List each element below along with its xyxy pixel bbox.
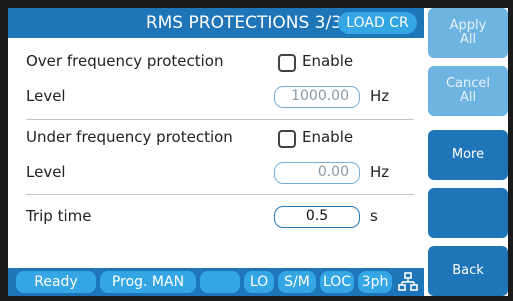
header-bar: RMS PROTECTIONS 3/3 LOAD CR [8,8,424,38]
status-bar: Ready Prog. MAN LO S/M LOC 3ph [8,268,424,296]
apply-all-button[interactable]: Apply All [428,8,508,58]
more-button[interactable]: More [428,130,508,180]
status-sm-badge: S/M [278,271,316,293]
under-frequency-unit: Hz [370,163,390,181]
section-divider [26,194,414,195]
apply-all-label: Apply All [449,18,487,47]
over-frequency-unit: Hz [370,87,390,105]
status-lo-badge: LO [244,271,274,293]
status-program-badge: Prog. MAN [100,271,196,293]
trip-time-label: Trip time [26,207,92,225]
over-frequency-enable-label: Enable [302,52,354,70]
trip-time-unit: s [370,207,378,225]
back-label: Back [452,263,484,278]
mode-badge: LOAD CR [338,12,417,34]
status-empty-badge [200,271,240,293]
network-icon [398,272,418,291]
cancel-all-label: Cancel All [445,76,491,105]
under-frequency-level-label: Level [26,163,66,181]
over-frequency-level-label: Level [26,87,66,105]
over-frequency-level-field[interactable]: 1000.00 [274,86,360,108]
protection-form: Over frequency protection Enable Level 1… [8,38,424,266]
status-phase-badge: 3ph [358,271,392,293]
over-frequency-enable-checkbox[interactable] [278,54,296,72]
status-loc-badge: LOC [320,271,354,293]
section-divider [26,119,414,120]
trip-time-field[interactable]: 0.5 [274,206,360,228]
under-frequency-level-field[interactable]: 0.00 [274,162,360,184]
cancel-all-button[interactable]: Cancel All [428,66,508,116]
softkey-sidebar: Apply All Cancel All More Back [428,8,508,296]
more-label: More [451,147,485,162]
back-button[interactable]: Back [428,246,508,296]
status-ready-badge: Ready [16,271,96,293]
blank-softkey-button[interactable] [428,188,508,238]
under-frequency-label: Under frequency protection [26,128,233,146]
under-frequency-enable-label: Enable [302,128,354,146]
device-screen: RMS PROTECTIONS 3/3 LOAD CR Over frequen… [8,8,508,296]
under-frequency-enable-checkbox[interactable] [278,130,296,148]
page-title: RMS PROTECTIONS 3/3 [145,13,342,33]
over-frequency-label: Over frequency protection [26,52,224,70]
